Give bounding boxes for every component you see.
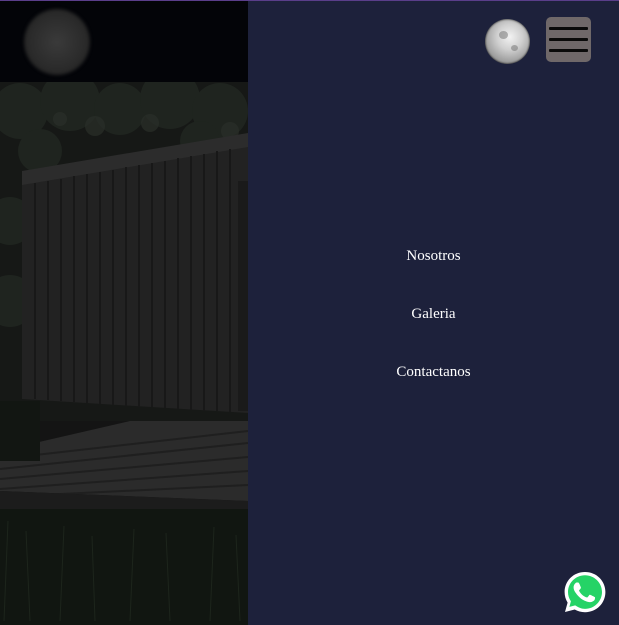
menu-line [549,49,588,52]
cabin-photo [0,69,248,625]
nav-link-nosotros[interactable]: Nosotros [248,246,619,266]
whatsapp-icon[interactable] [563,570,607,614]
hamburger-menu-icon[interactable] [546,17,591,62]
moon-icon[interactable] [485,19,530,64]
menu-line [549,27,588,30]
menu-line [549,38,588,41]
hero-image [0,1,248,625]
nav-link-galeria[interactable]: Galeria [248,304,619,324]
logo[interactable] [24,9,90,75]
nav-link-contactanos[interactable]: Contactanos [248,362,619,382]
